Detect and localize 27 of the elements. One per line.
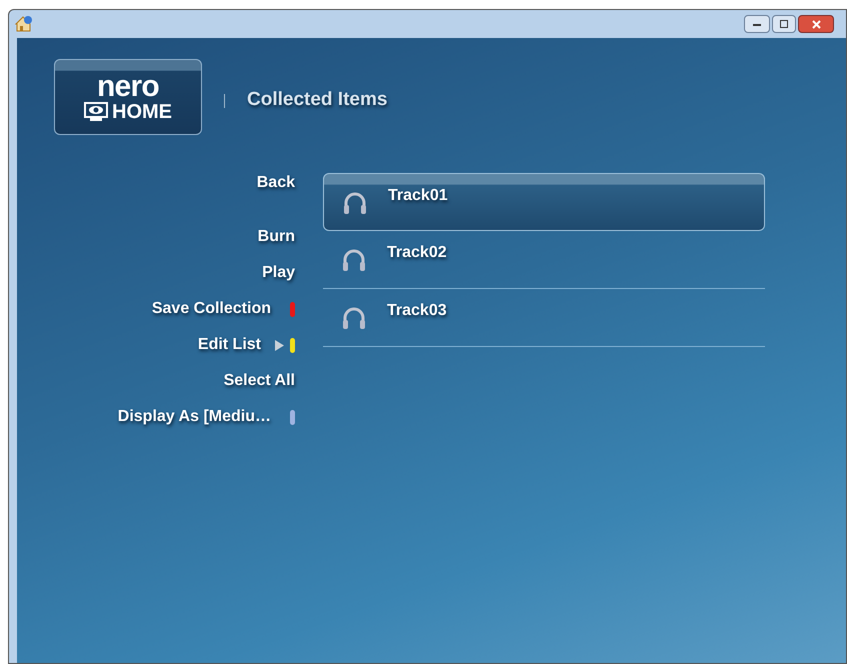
- close-button[interactable]: [798, 15, 834, 33]
- menu-item[interactable]: Burn: [258, 227, 295, 247]
- maximize-icon: [780, 20, 788, 28]
- menu-item[interactable]: Play: [262, 263, 295, 283]
- track-title: Track03: [387, 301, 447, 321]
- page-title: Collected Items: [247, 88, 388, 112]
- menu-item[interactable]: Back: [256, 173, 295, 193]
- menu-item[interactable]: Save Collection: [152, 299, 271, 319]
- menu-item[interactable]: Edit List: [198, 335, 261, 355]
- headphones-icon: [341, 247, 367, 273]
- logo-wordmark: nero: [96, 72, 159, 102]
- menu-item[interactable]: Display As [Mediu…: [118, 407, 271, 427]
- logo-caption: HOME: [112, 102, 172, 122]
- minimize-icon: [753, 22, 761, 26]
- menu-item[interactable]: Select All: [224, 371, 295, 391]
- monitor-eye-icon: [84, 102, 108, 122]
- track-title: Track01: [388, 186, 448, 206]
- minimize-button[interactable]: [744, 15, 770, 33]
- track-row[interactable]: Track02: [323, 231, 765, 289]
- track-row[interactable]: Track01: [323, 173, 765, 231]
- track-title: Track02: [387, 243, 447, 263]
- track-row[interactable]: Track03: [323, 289, 765, 347]
- maximize-button[interactable]: [772, 15, 796, 33]
- house-icon: [15, 15, 33, 33]
- close-icon: [812, 20, 820, 28]
- headphones-icon: [341, 305, 367, 331]
- headphones-icon: [342, 190, 368, 216]
